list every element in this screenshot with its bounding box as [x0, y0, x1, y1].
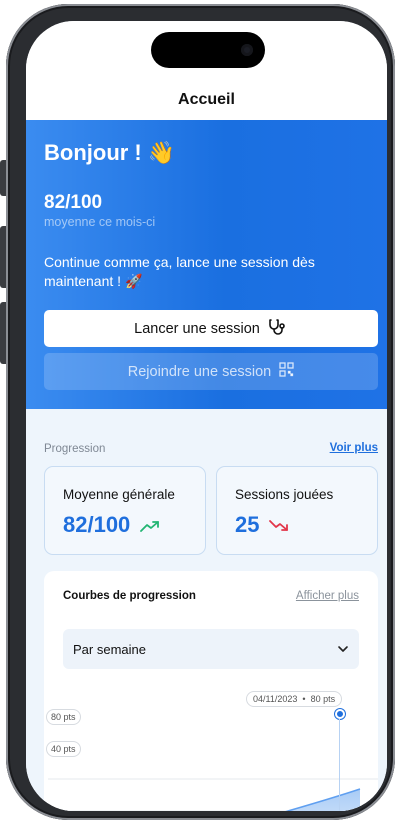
see-more-link[interactable]: Voir plus	[330, 442, 378, 454]
start-session-label: Lancer une session	[134, 320, 260, 337]
stethoscope-icon	[268, 318, 288, 340]
main-content: Progression Voir plus Moyenne générale 8…	[26, 409, 387, 811]
progress-section-label: Progression	[44, 443, 106, 455]
average-label: Moyenne générale	[63, 487, 175, 502]
camera-icon	[241, 44, 253, 56]
encouragement-text: Continue comme ça, lance une session dès…	[44, 254, 315, 289]
show-more-link[interactable]: Afficher plus	[296, 590, 359, 602]
average-value: 82/100	[63, 512, 131, 537]
monthly-score-caption: moyenne ce mois-ci	[44, 215, 156, 229]
tooltip-value: 80 pts	[310, 694, 336, 704]
screen: Accueil Bonjour ! 👋 82/100 moyenne ce mo…	[26, 21, 387, 811]
greeting: Bonjour ! 👋	[44, 140, 176, 165]
average-value-row: 82/100	[63, 512, 160, 538]
sessions-label: Sessions jouées	[235, 487, 334, 502]
period-select-value: Par semaine	[73, 641, 146, 657]
chart-overlay: 80 pts 40 pts 04/11/2023 • 80 pts	[44, 681, 378, 811]
period-select[interactable]: Par semaine	[63, 629, 359, 669]
curves-title: Courbes de progression	[63, 590, 196, 602]
hero-banner: Bonjour ! 👋 82/100 moyenne ce mois-ci Co…	[26, 120, 387, 409]
trend-up-icon	[140, 512, 160, 538]
page-title: Accueil	[178, 91, 235, 108]
dynamic-island	[151, 32, 265, 68]
data-point-marker[interactable]	[335, 709, 345, 719]
chart-tooltip: 04/11/2023 • 80 pts	[246, 691, 343, 707]
sessions-card[interactable]: Sessions jouées 25	[216, 466, 378, 555]
join-session-button[interactable]: Rejoindre une session	[44, 353, 378, 390]
start-session-button[interactable]: Lancer une session	[44, 310, 378, 347]
sessions-value: 25	[235, 512, 260, 537]
sessions-value-row: 25	[235, 512, 289, 538]
chevron-down-icon	[337, 643, 349, 658]
average-card[interactable]: Moyenne générale 82/100	[44, 466, 206, 555]
tick-label-40: 40 pts	[46, 741, 81, 757]
monthly-score: 82/100	[44, 192, 103, 213]
trend-down-icon	[269, 512, 289, 538]
qr-code-icon	[279, 362, 294, 381]
phone-frame: Accueil Bonjour ! 👋 82/100 moyenne ce mo…	[6, 4, 395, 820]
progress-curves-card: Courbes de progression Afficher plus Par…	[44, 571, 378, 811]
tooltip-separator: •	[299, 694, 309, 704]
tooltip-date: 04/11/2023	[253, 694, 298, 704]
marker-guide	[339, 719, 340, 811]
join-session-label: Rejoindre une session	[127, 363, 272, 380]
tick-label-80: 80 pts	[46, 709, 81, 725]
